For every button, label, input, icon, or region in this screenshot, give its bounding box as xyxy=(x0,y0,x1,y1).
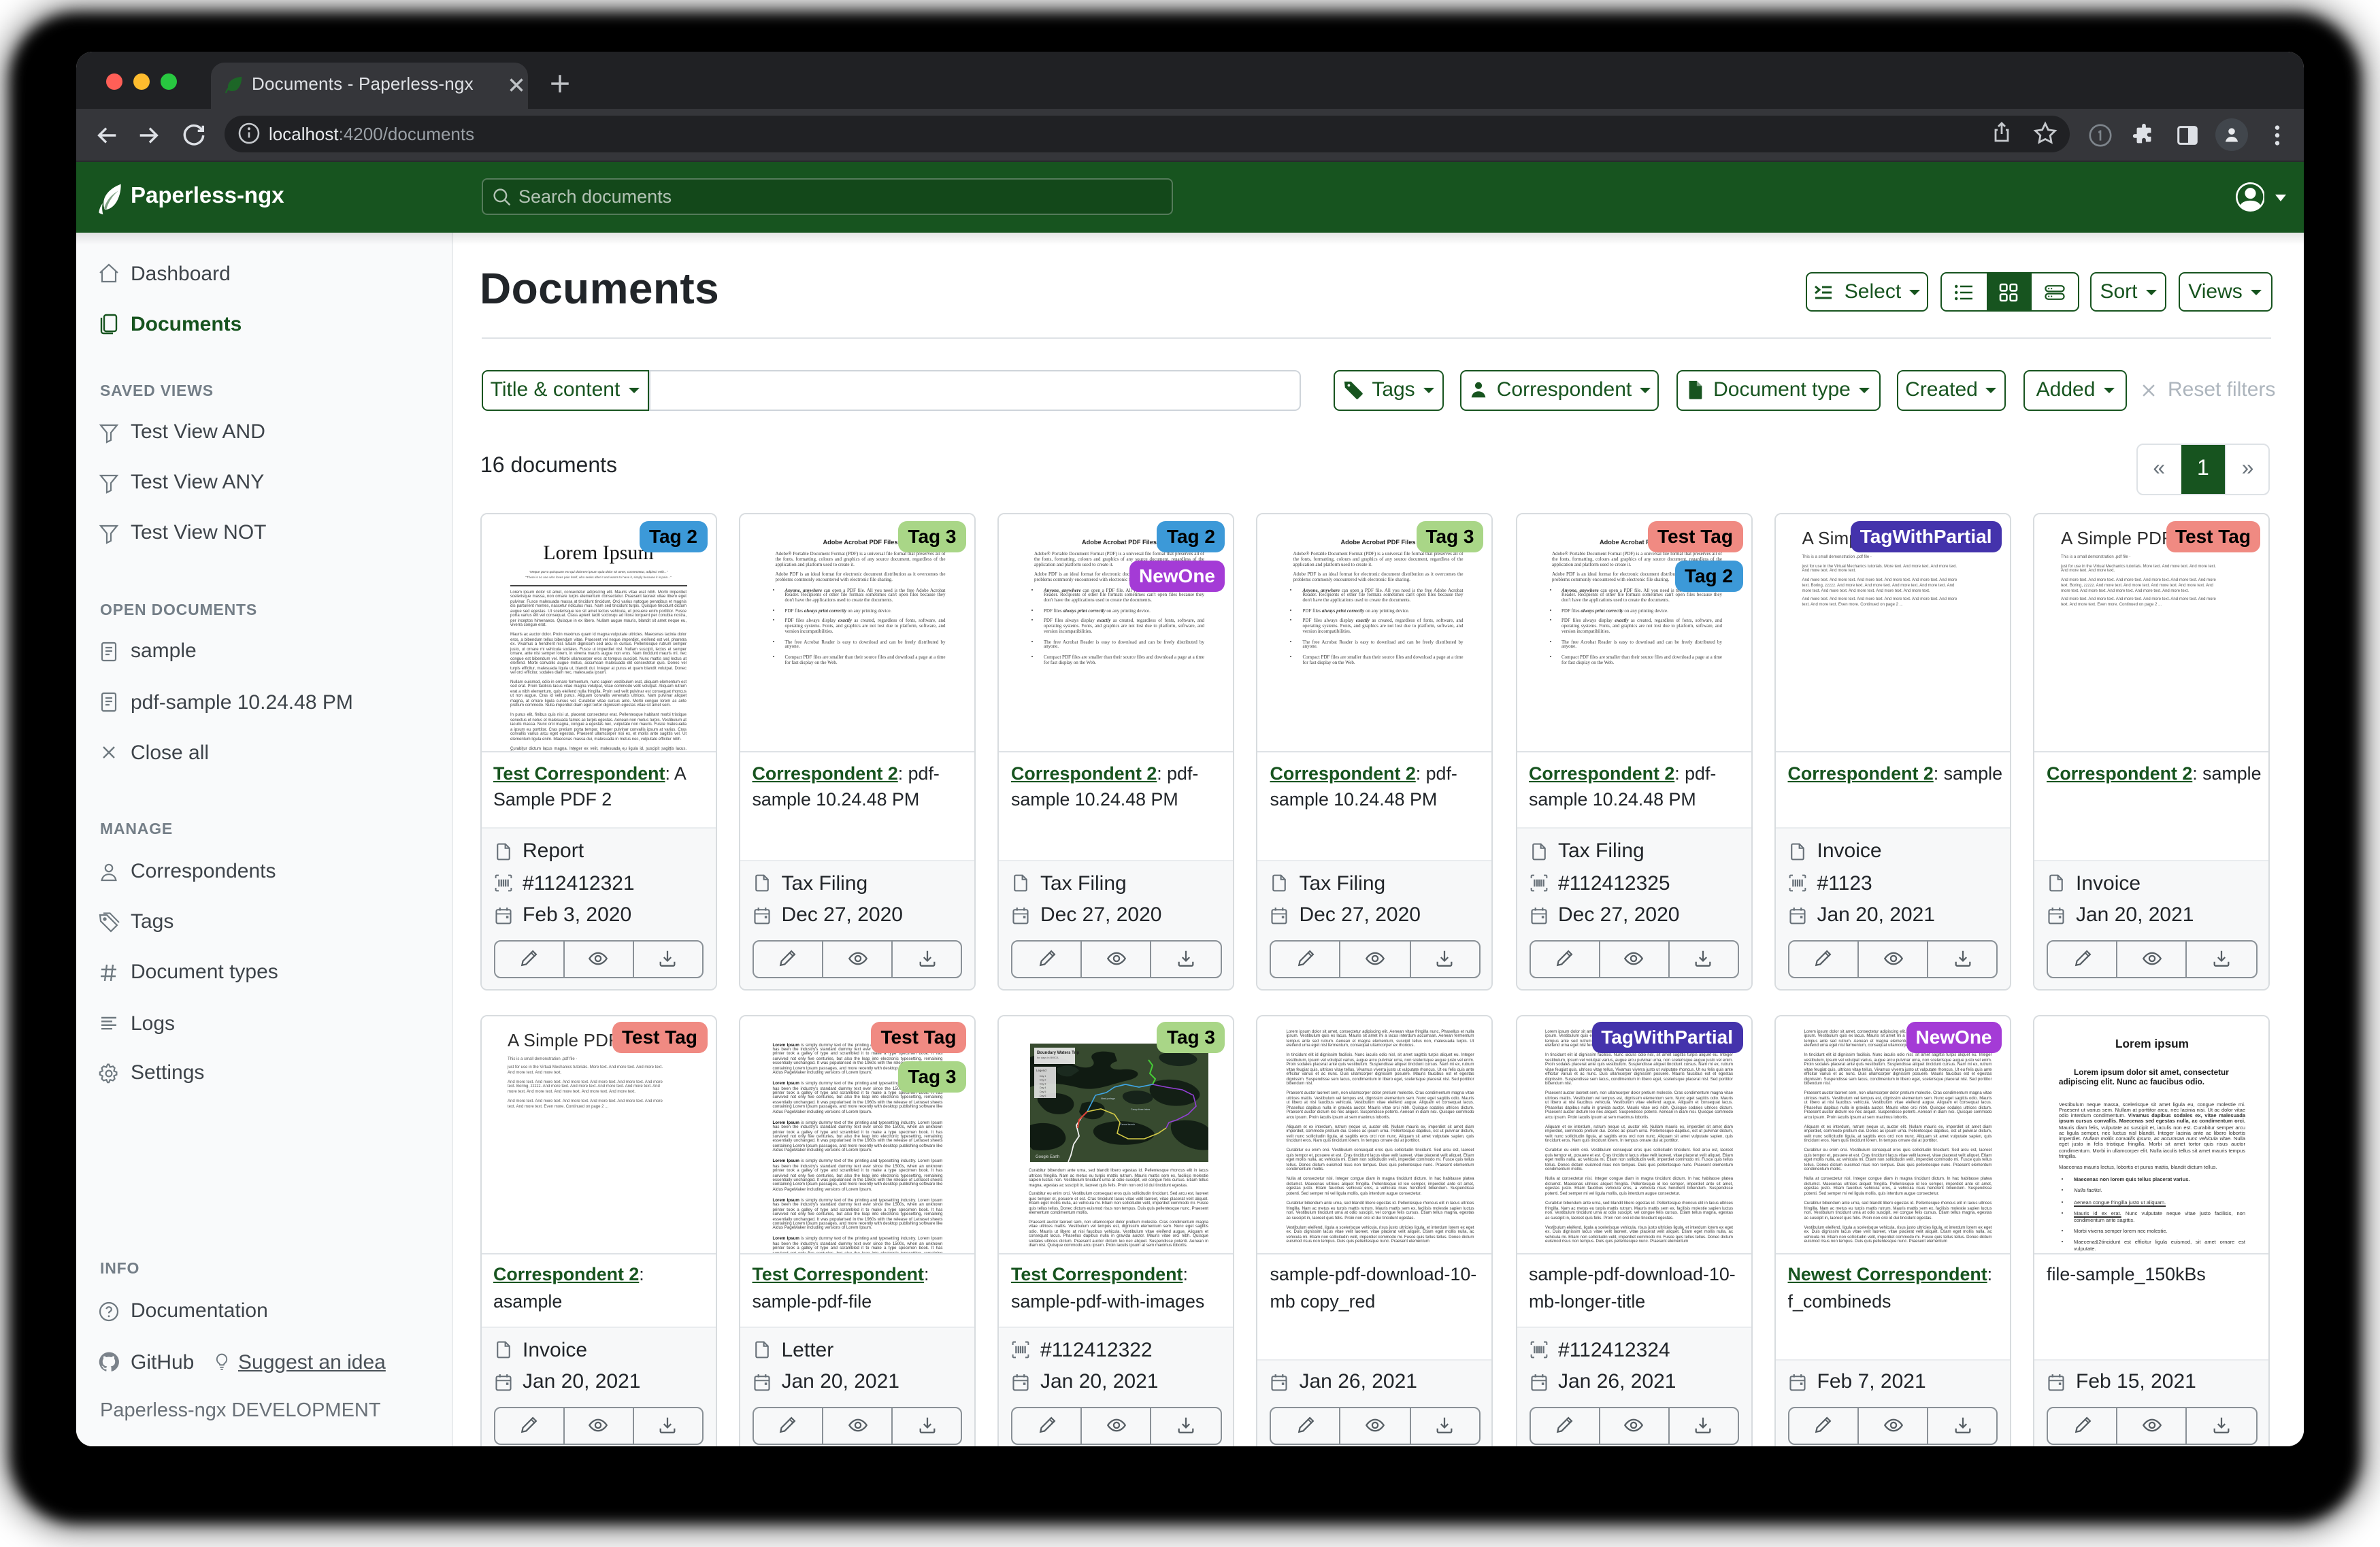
svg-text:Day 1: Day 1 xyxy=(1039,1075,1045,1078)
svg-text:Neat portage: Neat portage xyxy=(1100,1097,1114,1100)
svg-text:Day 3: Day 3 xyxy=(1039,1082,1045,1085)
svg-text:Day 2: Day 2 xyxy=(1039,1079,1045,1082)
svg-text:Day 4: Day 4 xyxy=(1039,1086,1045,1089)
svg-text:Camp three lakes: Camp three lakes xyxy=(1130,1108,1149,1111)
svg-text:Google Earth: Google Earth xyxy=(1035,1155,1059,1159)
svg-text:Day 5: Day 5 xyxy=(1039,1091,1045,1093)
svg-text:Legend: Legend xyxy=(1036,1069,1046,1072)
svg-text:Day 6: Day 6 xyxy=(1039,1095,1045,1097)
svg-text:for days in BWCA: for days in BWCA xyxy=(1036,1056,1058,1059)
svg-text:Canoe launch: Canoe launch xyxy=(1119,1123,1134,1126)
svg-text:Boundary Waters Trip: Boundary Waters Trip xyxy=(1036,1051,1078,1055)
